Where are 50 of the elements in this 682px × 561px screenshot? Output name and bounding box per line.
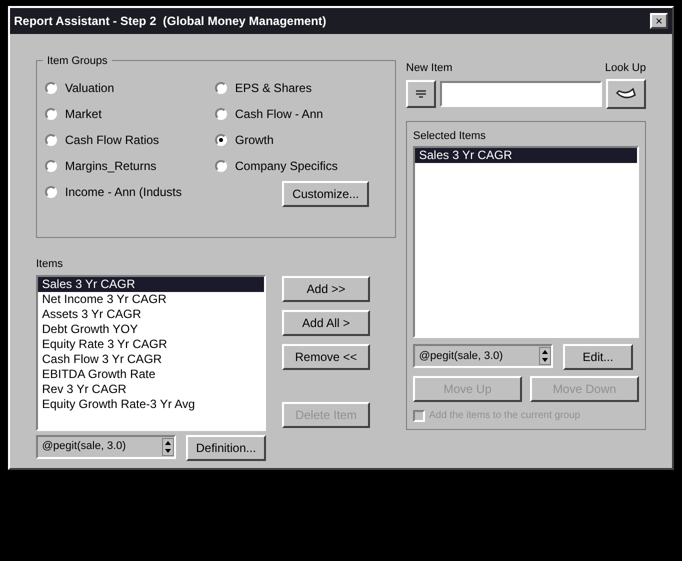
radio-label: Margins_Returns [65, 158, 156, 175]
radio-label: Valuation [65, 80, 114, 97]
list-item[interactable]: Assets 3 Yr CAGR [38, 306, 264, 322]
radio-button[interactable] [45, 108, 57, 120]
radio-label: Company Specifics [235, 158, 338, 175]
radio-label: Growth [235, 132, 274, 149]
items-label: Items [36, 257, 64, 272]
look-up-button[interactable] [606, 78, 646, 108]
definition-button[interactable]: Definition... [186, 434, 266, 460]
list-action-button[interactable]: Remove << [282, 344, 370, 370]
edit-button[interactable]: Edit... [563, 344, 633, 370]
new-item-label: New Item [406, 61, 452, 76]
formula-spin-field[interactable]: @pegit(sale, 3.0) [413, 344, 553, 368]
look-up-label: Look Up [605, 61, 646, 76]
formula-spin-field[interactable]: @pegit(sale, 3.0) [36, 434, 176, 458]
list-item[interactable]: Equity Growth Rate-3 Yr Avg [38, 396, 264, 412]
radio-button[interactable] [45, 186, 57, 198]
radio-label: Cash Flow - Ann [235, 106, 324, 123]
list-item[interactable]: Sales 3 Yr CAGR [38, 276, 264, 292]
new-item-field[interactable] [440, 80, 602, 106]
radio-label: Income - Ann (Industs [65, 184, 182, 201]
radio-button[interactable] [45, 82, 57, 94]
customize-button[interactable]: Customize... [282, 181, 369, 207]
window-title: Report Assistant - Step 2 (Global Money Management) [14, 13, 326, 30]
list-item[interactable]: Rev 3 Yr CAGR [38, 382, 264, 396]
list-action-button[interactable]: Add >> [282, 276, 370, 302]
radio-button[interactable] [215, 160, 227, 172]
close-button[interactable]: × [650, 13, 668, 29]
group-label: Item Groups [43, 53, 112, 70]
radio-button[interactable] [215, 108, 227, 120]
radio-label: EPS & Shares [235, 80, 312, 97]
list-item[interactable]: Debt Growth YOY [38, 322, 264, 336]
radio-label: Market [65, 106, 102, 123]
radio-button[interactable] [215, 82, 227, 94]
list-item[interactable]: Sales 3 Yr CAGR [415, 148, 637, 163]
radio-button[interactable] [45, 134, 57, 146]
radio-button[interactable] [215, 134, 227, 146]
list-item[interactable]: Net Income 3 Yr CAGR [38, 292, 264, 306]
radio-label: Cash Flow Ratios [65, 132, 160, 149]
lines-icon [415, 88, 427, 100]
spin-icon[interactable] [162, 438, 174, 456]
list-item[interactable]: Equity Rate 3 Yr CAGR [38, 336, 264, 352]
list-item[interactable]: Cash Flow 3 Yr CAGR [38, 352, 264, 366]
selected-items-label: Selected Items [413, 128, 487, 144]
lookup-icon [615, 86, 637, 100]
radio-button[interactable] [45, 160, 57, 172]
list-item[interactable]: EBITDA Growth Rate [38, 366, 264, 382]
spin-icon[interactable] [539, 347, 551, 365]
formula-button[interactable] [406, 80, 436, 108]
list-action-button[interactable]: Add All > [282, 310, 370, 336]
